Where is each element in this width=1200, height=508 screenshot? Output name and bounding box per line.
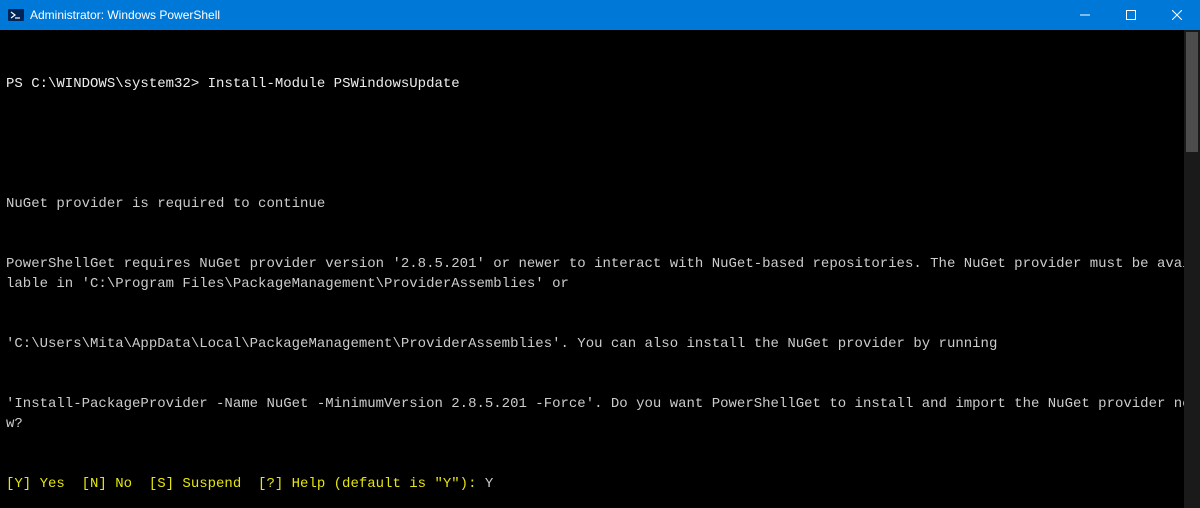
nuget-options: [Y] Yes [N] No [S] Suspend [?] Help (def… — [6, 476, 485, 492]
minimize-button[interactable] — [1062, 0, 1108, 30]
nuget-msg-3: 'Install-PackageProvider -Name NuGet -Mi… — [6, 394, 1194, 434]
powershell-icon — [8, 7, 24, 23]
nuget-prompt: [Y] Yes [N] No [S] Suspend [?] Help (def… — [6, 474, 1194, 494]
close-button[interactable] — [1154, 0, 1200, 30]
title-bar[interactable]: Administrator: Windows PowerShell — [0, 0, 1200, 30]
prompt-line-1: PS C:\WINDOWS\system32> Install-Module P… — [6, 74, 1194, 94]
nuget-msg-2: 'C:\Users\Mita\AppData\Local\PackageMana… — [6, 334, 1194, 354]
nuget-answer: Y — [485, 476, 493, 492]
window-title: Administrator: Windows PowerShell — [30, 8, 220, 22]
maximize-button[interactable] — [1108, 0, 1154, 30]
scrollbar-thumb[interactable] — [1186, 32, 1198, 152]
prompt-text: PS C:\WINDOWS\system32> — [6, 76, 208, 92]
nuget-msg-1: PowerShellGet requires NuGet provider ve… — [6, 254, 1194, 294]
vertical-scrollbar[interactable] — [1184, 30, 1200, 508]
blank-line — [6, 134, 1194, 154]
nuget-heading: NuGet provider is required to continue — [6, 194, 1194, 214]
terminal-area[interactable]: PS C:\WINDOWS\system32> Install-Module P… — [0, 30, 1200, 508]
command-text: Install-Module PSWindowsUpdate — [208, 76, 460, 92]
